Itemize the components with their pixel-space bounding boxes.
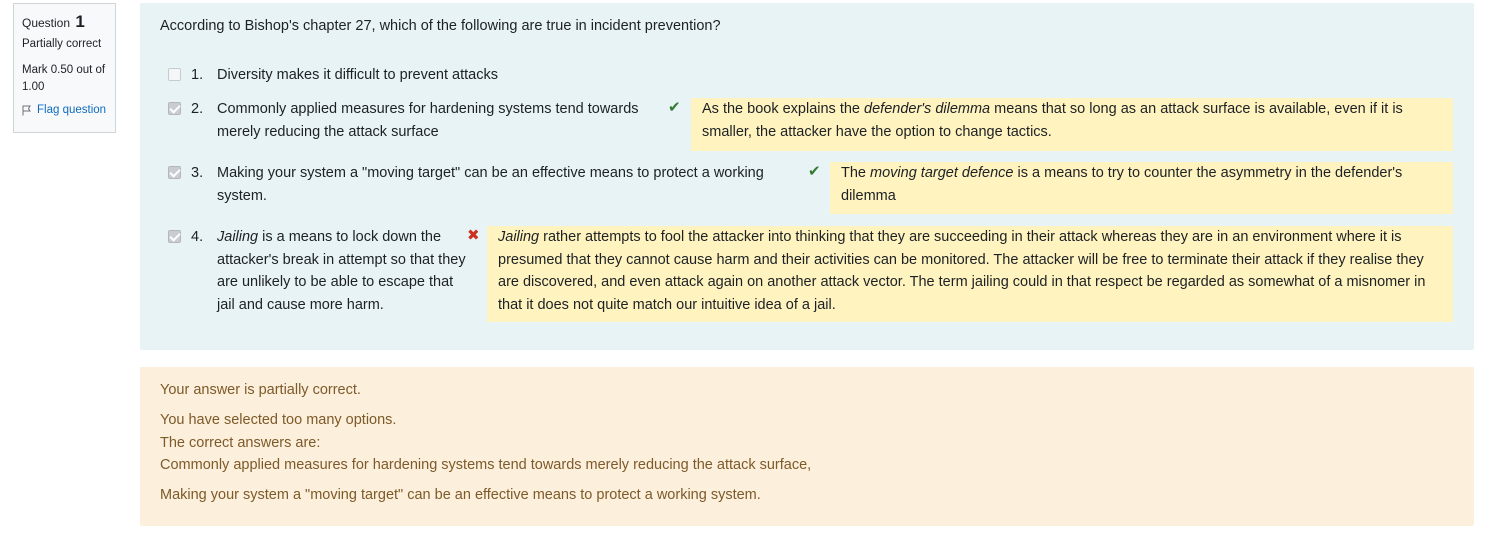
question-grade: Mark 0.50 out of 1.00 <box>22 64 106 93</box>
question-number: Question 1 <box>22 12 85 31</box>
option-label: Jailing is a means to lock down the atta… <box>217 229 466 313</box>
question-text: According to Bishop's chapter 27, which … <box>160 18 721 34</box>
option-label: Commonly applied measures for hardening … <box>217 101 639 140</box>
question-formulation: According to Bishop's chapter 27, which … <box>140 3 1474 350</box>
correct-check-icon: ✔ <box>808 163 821 180</box>
incorrect-cross-icon: ✖ <box>467 227 480 244</box>
option-number: 1. <box>191 67 204 83</box>
correct-answers-heading: The correct answers are: <box>160 435 321 451</box>
option-number: 3. <box>191 165 204 181</box>
question-info: Question 1 Partially correct Mark 0.50 o… <box>13 3 116 133</box>
option-3-checkbox[interactable] <box>168 166 181 179</box>
question-state: Partially correct <box>22 38 102 50</box>
option-label: Making your system a "moving target" can… <box>217 165 764 204</box>
option-2-checkbox[interactable] <box>168 102 181 115</box>
option-3-feedback: The moving target defence is a means to … <box>830 162 1453 214</box>
option-number: 2. <box>191 101 204 117</box>
option-2-feedback: As the book explains the defender's dile… <box>691 98 1453 151</box>
outcome-summary: Your answer is partially correct. <box>160 382 361 398</box>
flag-icon <box>22 105 31 115</box>
answer-outcome: Your answer is partially correct. You ha… <box>140 367 1474 526</box>
outcome-too-many: You have selected too many options. <box>160 412 397 428</box>
correct-check-icon: ✔ <box>668 99 681 116</box>
option-4-checkbox[interactable] <box>168 230 181 243</box>
option-4-feedback: Jailing rather attempts to fool the atta… <box>487 226 1453 322</box>
flag-question-link[interactable]: Flag question <box>22 104 107 116</box>
correct-answer-2: Making your system a "moving target" can… <box>160 487 761 503</box>
option-1-checkbox[interactable] <box>168 68 181 81</box>
option-label: Diversity makes it difficult to prevent … <box>217 67 498 83</box>
flag-question-label: Flag question <box>37 104 107 116</box>
correct-answer-1: Commonly applied measures for hardening … <box>160 457 812 473</box>
option-number: 4. <box>191 229 204 245</box>
